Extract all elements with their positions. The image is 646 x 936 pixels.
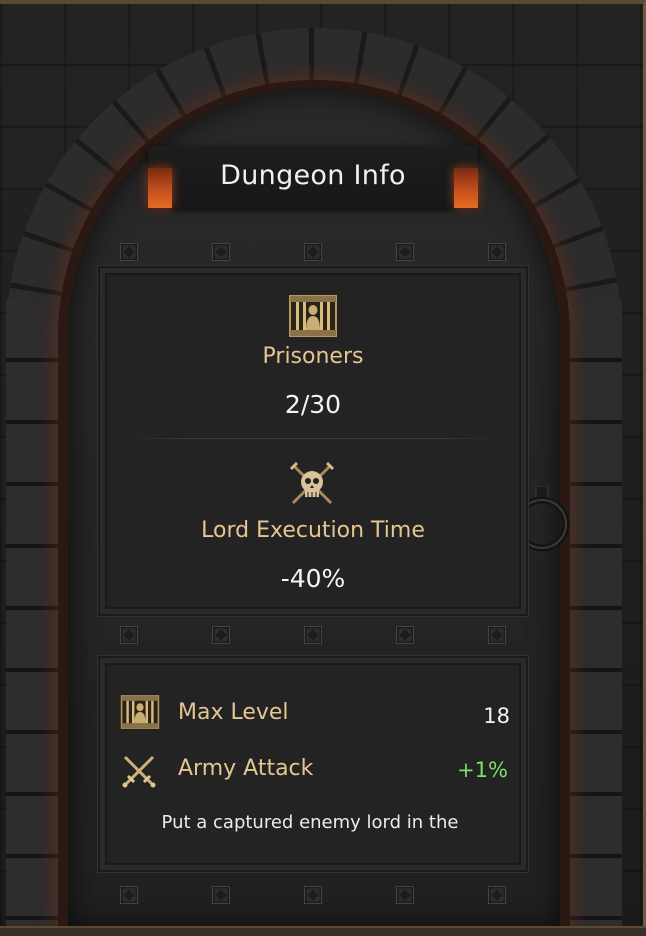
door-rivet [396,243,414,261]
page-title: Dungeon Info [220,160,406,191]
lamp-left [148,168,172,208]
door-rivet [120,886,138,904]
door-rivet [488,626,506,644]
stone-pillar-left [6,300,66,928]
dungeon-description: Put a captured enemy lord in the [161,812,459,833]
prison-cell-icon [120,695,160,729]
door-rivet [396,886,414,904]
window-bottom-edge [0,926,646,936]
divider [128,438,498,439]
door-rivet [488,886,506,904]
crossed-swords-icon [122,755,156,788]
door-rivet [488,243,506,261]
skull-crossed-swords-icon [289,461,335,505]
prisoners-value: 2/30 [284,390,342,419]
door-rivet [212,626,230,644]
execution-time-label: Lord Execution Time [201,518,425,543]
door-rivet [396,626,414,644]
door-rivet [120,243,138,261]
door-rivet [212,886,230,904]
max-level-value: 18 [483,704,510,728]
army-attack-label: Army Attack [178,756,314,781]
door-rivet [304,243,322,261]
lamp-right [454,168,478,208]
prison-cell-icon [289,295,337,337]
army-attack-value: +1% [457,758,508,782]
door-rivet [120,626,138,644]
door-rivet [304,626,322,644]
execution-time-value: -40% [280,564,346,593]
door-rivet [304,886,322,904]
stone-pillar-right [562,300,622,928]
door-rivet [212,243,230,261]
max-level-label: Max Level [178,700,289,725]
prisoners-label: Prisoners [262,344,364,369]
